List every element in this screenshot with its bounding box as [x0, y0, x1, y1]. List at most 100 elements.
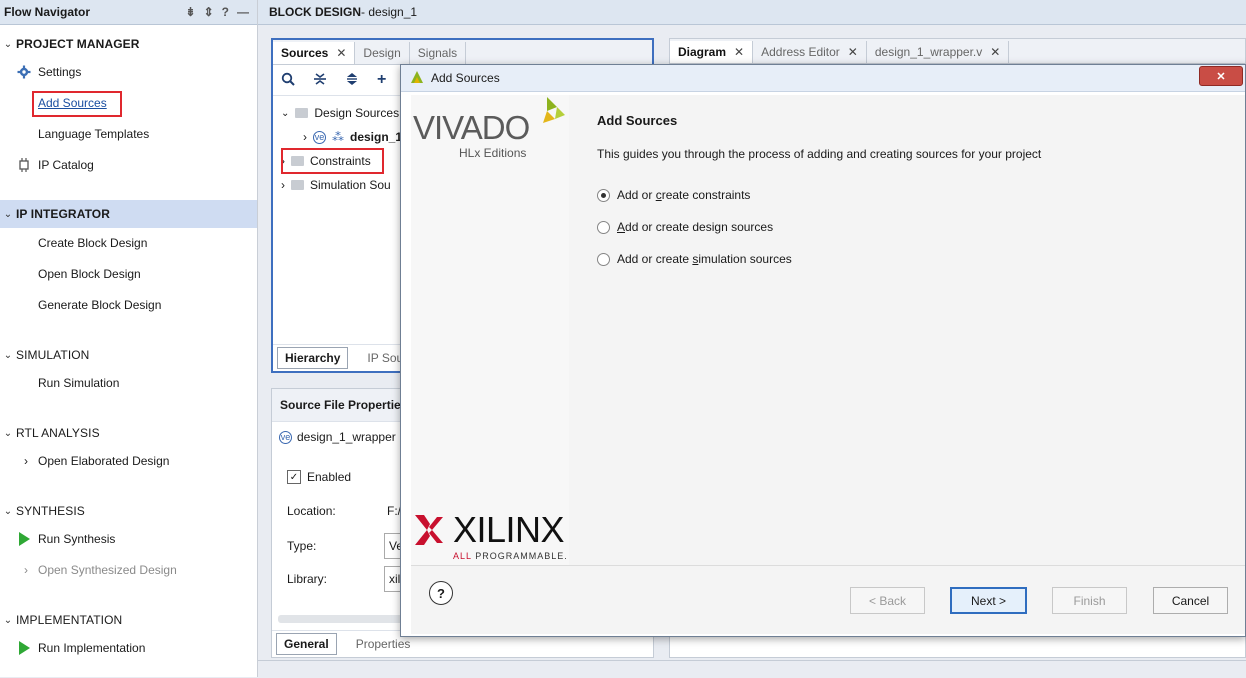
section-synthesis[interactable]: ⌄ SYNTHESIS — [0, 497, 257, 525]
chevron-down-icon: ⌄ — [3, 505, 13, 517]
nav-run-simulation[interactable]: Run Simulation — [38, 373, 119, 393]
flow-navigator-header: Flow Navigator ⇟ ⇕ ? — — [0, 0, 257, 25]
tab-diagram[interactable]: Diagram ✕ — [670, 41, 754, 63]
finish-button[interactable]: Finish — [1052, 587, 1127, 614]
xilinx-logo-icon — [415, 515, 443, 545]
cancel-button[interactable]: Cancel — [1153, 587, 1228, 614]
diagram-tabs: Diagram ✕ Address Editor ✕ design_1_wrap… — [670, 39, 1245, 64]
tab-design[interactable]: Design — [355, 42, 410, 64]
dialog-content: Add Sources This guides you through the … — [569, 95, 1245, 565]
library-label: Library: — [287, 572, 328, 586]
chevron-down-icon: ⌄ — [3, 349, 13, 361]
help-icon[interactable]: ? — [222, 5, 229, 19]
minimize-icon[interactable]: — — [237, 5, 249, 19]
close-icon[interactable]: ✕ — [848, 45, 858, 59]
add-icon[interactable]: + — [377, 71, 386, 89]
dialog-footer: ? < Back Next > Finish Cancel — [411, 565, 1245, 634]
close-icon[interactable]: ✕ — [990, 45, 1000, 59]
tab-general[interactable]: General — [276, 633, 337, 655]
hlx-editions-label: HLx Editions — [459, 146, 527, 160]
radio-selected-icon[interactable] — [597, 188, 610, 202]
tab-signals[interactable]: Signals — [410, 42, 467, 64]
option-constraints-label: Add or create constraints — [617, 188, 751, 202]
nav-generate-block-design[interactable]: Generate Block Design — [38, 295, 161, 315]
vivado-wordmark: VIVADO — [413, 109, 530, 146]
xilinx-tagline: ALL PROGRAMMABLE. — [453, 551, 568, 561]
block-design-title-bar: BLOCK DESIGN - design_1 — [258, 0, 1246, 25]
dialog-title-bar: Add Sources — [401, 65, 1245, 92]
option-simulation-sources-radio[interactable]: Add or create simulation sources — [597, 252, 792, 266]
add-sources-dialog: Add Sources ✕ VIVADO HLx Editions XILINX… — [400, 64, 1246, 637]
dialog-description: This guides you through the process of a… — [597, 147, 1042, 161]
expand-all-icon[interactable] — [345, 72, 359, 89]
tab-address-editor[interactable]: Address Editor ✕ — [753, 41, 867, 63]
section-implementation[interactable]: ⌄ IMPLEMENTATION — [0, 606, 257, 634]
verilog-file-icon: ve — [279, 430, 292, 444]
location-label: Location: — [287, 504, 336, 518]
help-icon[interactable]: ? — [429, 581, 453, 605]
bottom-status-strip — [258, 660, 1246, 678]
expand-all-icon[interactable]: ⇕ — [204, 5, 214, 19]
checkbox-checked-icon[interactable]: ✓ — [287, 470, 301, 484]
flow-navigator: Flow Navigator ⇟ ⇕ ? — ⌄ PROJECT MANAGER… — [0, 0, 258, 677]
option-simulation-sources-label: Add or create simulation sources — [617, 252, 792, 266]
back-button[interactable]: < Back — [850, 587, 925, 614]
xilinx-wordmark: XILINX — [453, 509, 565, 550]
tab-sources[interactable]: Sources ✕ — [273, 42, 356, 64]
chevron-right-icon: › — [303, 130, 307, 144]
next-button[interactable]: Next > — [950, 587, 1027, 614]
tab-design-1-wrapper-v[interactable]: design_1_wrapper.v ✕ — [867, 41, 1010, 63]
play-icon — [16, 531, 32, 547]
nav-run-synthesis[interactable]: Run Synthesis — [19, 529, 115, 549]
tree-design-sources[interactable]: ⌄ Design Sources — [281, 102, 399, 124]
section-simulation[interactable]: ⌄ SIMULATION — [0, 341, 257, 369]
option-design-sources-label: Add or create design sources — [617, 220, 774, 234]
tree-design-1-wrapper[interactable]: › ve ⁂ design_1_ — [303, 126, 409, 148]
nav-language-templates[interactable]: Language Templates — [38, 124, 149, 144]
close-icon[interactable]: ✕ — [734, 45, 744, 59]
nav-ip-catalog[interactable]: IP Catalog — [19, 155, 94, 175]
collapse-all-icon[interactable] — [313, 72, 327, 89]
section-project-manager[interactable]: ⌄ PROJECT MANAGER — [0, 30, 257, 58]
highlight-box — [32, 91, 122, 117]
tab-properties[interactable]: Properties — [349, 634, 418, 654]
nav-open-block-design[interactable]: Open Block Design — [38, 264, 141, 284]
tab-hierarchy[interactable]: Hierarchy — [277, 347, 349, 369]
nav-create-block-design[interactable]: Create Block Design — [38, 233, 147, 253]
tree-simulation-sources[interactable]: › Simulation Sou — [281, 174, 391, 196]
vivado-leaf-icon — [543, 97, 565, 123]
flow-navigator-title: Flow Navigator — [4, 5, 91, 19]
search-icon[interactable] — [281, 72, 295, 89]
nav-settings[interactable]: Settings — [17, 62, 81, 82]
collapse-all-icon[interactable]: ⇟ — [186, 5, 196, 19]
section-ip-integrator[interactable]: ⌄ IP INTEGRATOR — [0, 200, 257, 228]
dialog-branding-pane: VIVADO HLx Editions XILINX ALL PROGRAMMA… — [411, 95, 570, 565]
radio-unselected-icon[interactable] — [597, 252, 610, 266]
nav-run-implementation[interactable]: Run Implementation — [19, 638, 145, 658]
chevron-down-icon: ⌄ — [3, 38, 13, 50]
chevron-right-icon: › — [281, 178, 285, 192]
chevron-right-icon: › — [24, 454, 28, 468]
radio-dot — [601, 192, 606, 198]
chevron-down-icon: ⌄ — [3, 208, 13, 220]
enabled-checkbox-row[interactable]: ✓ Enabled — [287, 470, 351, 484]
block-design-name: - design_1 — [361, 5, 418, 19]
section-rtl-analysis[interactable]: ⌄ RTL ANALYSIS — [0, 419, 257, 447]
vivado-logo-icon — [411, 70, 423, 86]
flow-navigator-tools: ⇟ ⇕ ? — — [186, 5, 257, 19]
nav-open-elaborated-design[interactable]: › Open Elaborated Design — [24, 451, 169, 471]
dialog-title: Add Sources — [431, 71, 500, 85]
xilinx-tagline-rest: PROGRAMMABLE. — [471, 551, 568, 561]
close-icon[interactable]: ✕ — [336, 46, 346, 60]
hierarchy-icon: ⁂ — [332, 130, 344, 144]
nav-open-synthesized-design[interactable]: › Open Synthesized Design — [24, 560, 177, 580]
radio-unselected-icon[interactable] — [597, 220, 610, 234]
close-button[interactable]: ✕ — [1199, 66, 1243, 86]
option-design-sources-radio[interactable]: Add or create design sources — [597, 220, 773, 234]
chevron-right-icon: › — [24, 563, 28, 577]
highlight-box — [281, 148, 384, 174]
gear-icon — [16, 64, 32, 80]
option-constraints-radio[interactable]: Add or create constraints — [597, 188, 750, 202]
chevron-down-icon: ⌄ — [3, 427, 13, 439]
play-icon — [16, 640, 32, 656]
